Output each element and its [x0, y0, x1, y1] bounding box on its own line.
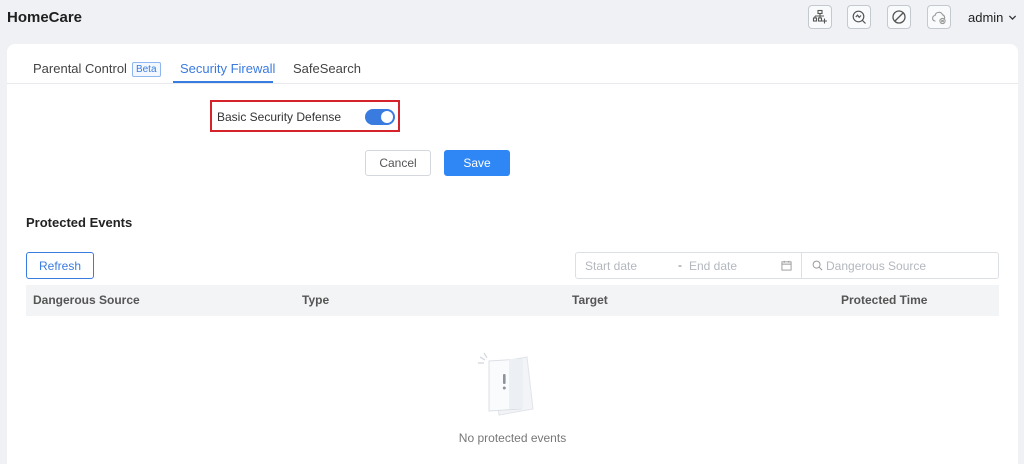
beta-badge: Beta: [131, 62, 161, 77]
search-icon: [812, 260, 823, 271]
toggle-knob: [381, 111, 393, 123]
empty-state-icon: [478, 352, 534, 416]
chevron-down-icon: [1009, 15, 1017, 21]
tab-parental-control[interactable]: Parental Control Beta: [33, 61, 161, 77]
user-menu[interactable]: admin: [968, 10, 1017, 25]
active-tab-indicator: [173, 81, 273, 83]
top-bar: HomeCare admin: [0, 0, 1024, 40]
blocked-icon[interactable]: [887, 5, 911, 29]
user-name: admin: [968, 10, 1004, 25]
diagnosis-search-icon[interactable]: [847, 5, 871, 29]
save-button[interactable]: Save: [444, 150, 510, 176]
date-separator: -: [678, 258, 682, 272]
table-header: Dangerous Source Type Target Protected T…: [26, 285, 999, 316]
app-title: HomeCare: [7, 9, 83, 26]
column-protected-time: Protected Time: [841, 293, 928, 307]
cancel-button[interactable]: Cancel: [365, 150, 431, 176]
tab-bar: Parental Control Beta Security Firewall S…: [7, 44, 1018, 84]
refresh-button[interactable]: Refresh: [26, 252, 94, 279]
main-panel: Parental Control Beta Security Firewall S…: [7, 44, 1018, 464]
date-range-picker[interactable]: Start date - End date: [575, 252, 802, 279]
empty-state-text: No protected events: [458, 431, 567, 445]
cloud-disconnected-icon[interactable]: [927, 5, 951, 29]
tab-safesearch[interactable]: SafeSearch: [293, 61, 361, 76]
column-type: Type: [302, 293, 330, 307]
tab-label: Security Firewall: [180, 61, 276, 76]
section-title: Protected Events: [26, 215, 133, 230]
network-topology-icon[interactable]: [808, 5, 832, 29]
calendar-icon: [781, 260, 792, 271]
end-date-input[interactable]: End date: [689, 259, 737, 273]
tab-security-firewall[interactable]: Security Firewall: [180, 61, 275, 76]
column-dangerous-source: Dangerous Source: [33, 293, 140, 307]
basic-security-defense-setting: Basic Security Defense: [210, 100, 400, 132]
basic-security-defense-toggle[interactable]: [365, 109, 395, 125]
tab-label: Parental Control: [33, 61, 127, 76]
column-target: Target: [572, 293, 608, 307]
defense-label: Basic Security Defense: [217, 110, 342, 124]
dangerous-source-search: [802, 252, 999, 279]
start-date-input[interactable]: Start date: [585, 259, 637, 273]
search-input[interactable]: [826, 257, 991, 275]
tab-label: SafeSearch: [293, 61, 361, 76]
